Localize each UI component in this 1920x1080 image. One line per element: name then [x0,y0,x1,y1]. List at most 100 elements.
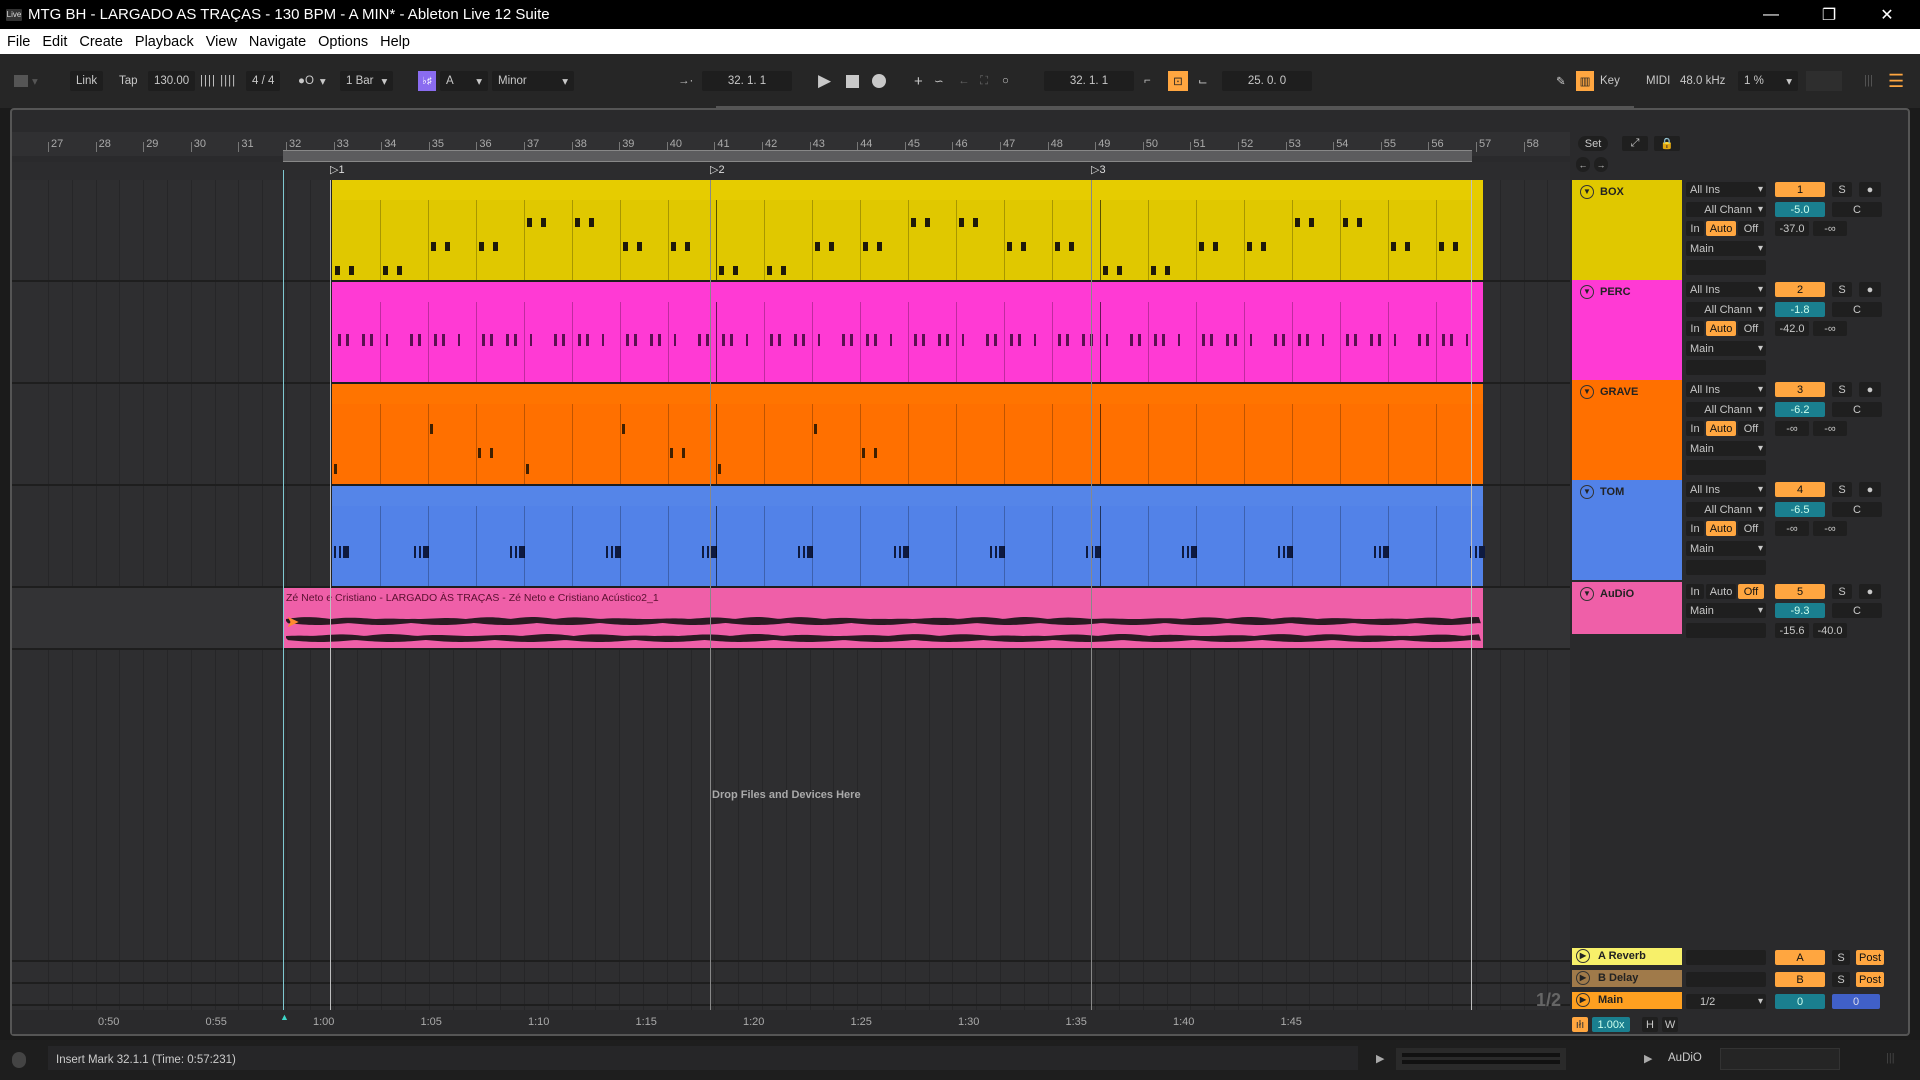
send-a-button[interactable]: A [1775,950,1825,965]
midi-note[interactable] [990,546,992,558]
midi-note[interactable] [490,448,493,458]
midi-note[interactable] [922,334,925,346]
midi-note[interactable] [914,334,917,346]
monitor-auto-button[interactable]: Auto [1706,321,1736,336]
automation-arm-button[interactable]: ∽ [934,71,944,91]
midi-note[interactable] [637,242,643,251]
output-select[interactable]: Main [1686,441,1766,456]
arm-button[interactable]: ● [1859,482,1881,497]
track-activator-button[interactable]: 1 [1775,182,1825,197]
midi-note[interactable] [1182,546,1184,558]
midi-note[interactable] [335,266,340,275]
overdub-button[interactable]: + [914,71,923,91]
midi-note[interactable] [606,546,608,558]
pan-field[interactable]: C [1832,202,1882,217]
locator-2[interactable]: ▷2 [710,163,725,176]
volume-field[interactable]: -1.8 [1775,302,1825,317]
midi-note[interactable] [514,334,517,346]
midi-note[interactable] [1018,334,1021,346]
view-toggle-icon[interactable]: ▾ [14,71,38,91]
midi-note[interactable] [794,334,797,346]
cpu-meter[interactable]: 1 % ▾ [1738,71,1798,91]
midi-note[interactable] [430,424,433,434]
midi-note[interactable] [1426,334,1429,346]
track-lane-tom[interactable] [12,486,1570,588]
midi-note[interactable] [702,546,704,558]
midi-note[interactable] [530,334,532,346]
midi-note[interactable] [1346,334,1349,346]
track-header-audio[interactable]: ▼ AuDiO [1572,582,1682,634]
midi-note[interactable] [973,218,979,227]
midi-note[interactable] [959,218,964,227]
midi-note[interactable] [890,334,892,346]
monitor-in-button[interactable]: In [1686,321,1704,336]
midi-note[interactable] [1202,334,1205,346]
midi-note[interactable] [431,242,436,251]
midi-note[interactable] [1322,334,1324,346]
midi-note[interactable] [370,334,373,346]
midi-note[interactable] [1234,334,1237,346]
midi-note[interactable] [986,334,989,346]
midi-note[interactable] [1357,218,1363,227]
midi-note[interactable] [479,242,484,251]
solo-return-a[interactable]: S [1832,950,1850,965]
midi-note[interactable] [730,334,733,346]
fold-icon[interactable]: ▼ [1580,587,1594,601]
track-name[interactable]: BOX [1600,186,1624,198]
volume-field[interactable]: -9.3 [1775,603,1825,618]
track-lane-box[interactable] [12,180,1570,282]
midi-note[interactable] [623,242,628,251]
midi-note[interactable] [1055,242,1060,251]
midi-note[interactable] [1007,242,1012,251]
midi-note[interactable] [899,546,901,558]
midi-note[interactable] [515,546,517,558]
menu-help[interactable]: Help [380,34,410,50]
midi-note[interactable] [1199,242,1204,251]
midi-note[interactable] [493,242,499,251]
scale-mode-toggle-icon[interactable]: ♭♯ [418,71,436,91]
midi-note[interactable] [414,546,416,558]
midi-note[interactable] [850,334,853,346]
capture-midi-button[interactable]: ⛶ [980,71,988,91]
midi-note[interactable] [674,334,676,346]
midi-note[interactable] [911,218,916,227]
track-activator-button[interactable]: 2 [1775,282,1825,297]
midi-note[interactable] [554,334,557,346]
midi-note[interactable] [1450,334,1453,346]
waveform-toggle-icon[interactable]: ıłı [1572,1017,1588,1032]
loop-toggle-button[interactable]: ⊡ [1168,71,1188,91]
midi-note[interactable] [1391,242,1396,251]
output-select[interactable]: Main [1686,603,1766,618]
track-name[interactable]: GRAVE [1600,386,1638,398]
midi-note[interactable] [1453,242,1459,251]
arm-button[interactable]: ● [1859,584,1881,599]
midi-note[interactable] [1394,334,1396,346]
device-chain-thumbnails[interactable] [1720,1048,1840,1070]
pan-field[interactable]: C [1832,502,1882,517]
pan-field[interactable]: C [1832,302,1882,317]
send-b-button[interactable]: B [1775,972,1825,987]
main-track[interactable]: ▶ Main [1572,992,1682,1009]
midi-note[interactable] [722,334,725,346]
midi-note[interactable] [349,266,355,275]
midi-note[interactable] [1106,334,1108,346]
midi-note[interactable] [1370,334,1373,346]
track-name[interactable]: PERC [1600,286,1631,298]
track-header-tom[interactable]: ▼ TOM [1572,480,1682,580]
metronome-button[interactable]: ●O ▾ [298,71,326,91]
drop-zone-hint[interactable]: Drop Files and Devices Here [712,789,861,801]
midi-label[interactable]: MIDI [1646,71,1670,91]
monitor-auto-button[interactable]: Auto [1706,421,1736,436]
fold-icon[interactable]: ▼ [1580,385,1594,399]
tap-button[interactable]: Tap [119,71,138,91]
midi-note[interactable] [767,266,772,275]
volume-field[interactable]: -6.5 [1775,502,1825,517]
midi-note[interactable] [1309,218,1315,227]
midi-note[interactable] [894,546,896,558]
cue-out-select[interactable]: 1/2 [1686,994,1766,1009]
fold-icon[interactable]: ▼ [1580,185,1594,199]
midi-note[interactable] [1210,334,1213,346]
output-channel-field[interactable] [1686,460,1766,475]
track-lane-audio[interactable]: Zé Neto e Cristiano - LARGADO ÀS TRAÇAS … [12,588,1570,650]
midi-note[interactable] [1379,546,1381,558]
